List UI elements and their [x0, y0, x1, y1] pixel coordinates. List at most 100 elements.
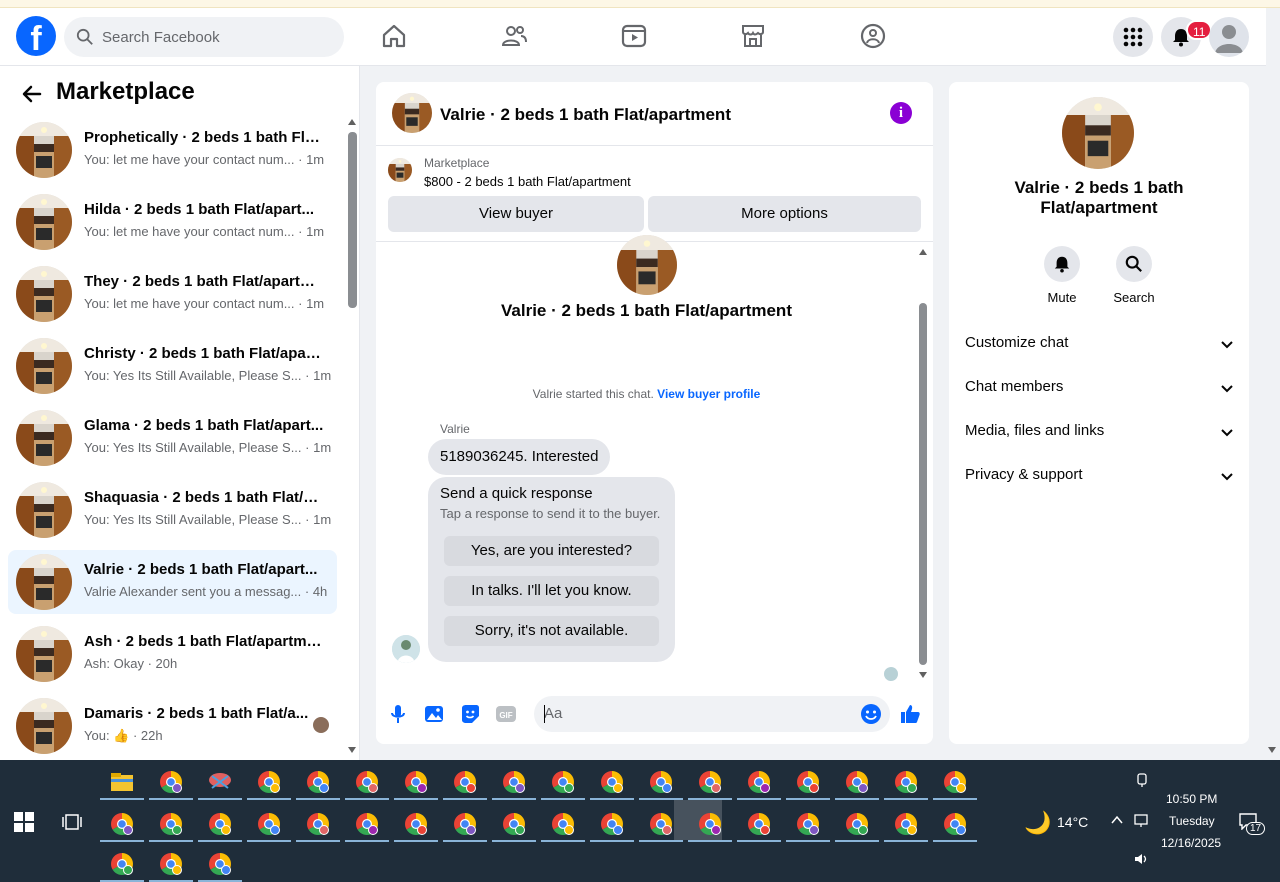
gif-icon[interactable]: GIF: [494, 702, 518, 726]
quick-response-option[interactable]: Yes, are you interested?: [444, 536, 659, 566]
conversation-item[interactable]: Hilda · 2 beds 1 bath Flat/apart... You: …: [8, 190, 337, 254]
search-box[interactable]: Search Facebook: [64, 17, 344, 57]
chrome-icon[interactable]: [649, 812, 673, 836]
facebook-logo[interactable]: f: [16, 16, 56, 56]
conversation-item[interactable]: Shaquasia · 2 beds 1 bath Flat/a... You: …: [8, 478, 337, 542]
chrome-icon[interactable]: [943, 812, 967, 836]
sticker-icon[interactable]: [458, 702, 482, 726]
quick-response-option[interactable]: Sorry, it's not available.: [444, 616, 659, 646]
conversation-item[interactable]: Damaris · 2 beds 1 bath Flat/a... You: 👍 …: [8, 694, 337, 758]
page-scroll-down-arrow[interactable]: [1268, 747, 1276, 753]
conversation-item[interactable]: Glama · 2 beds 1 bath Flat/apart... You: …: [8, 406, 337, 470]
conversation-item[interactable]: Valrie · 2 beds 1 bath Flat/apart... Valr…: [8, 550, 337, 614]
like-thumb-icon[interactable]: [898, 702, 922, 726]
chrome-icon[interactable]: [355, 812, 379, 836]
conversation-item[interactable]: Christy · 2 beds 1 bath Flat/apart... You…: [8, 334, 337, 398]
home-icon[interactable]: [380, 22, 408, 50]
media-files-links-row[interactable]: Media, files and links: [965, 422, 1235, 446]
profile-avatar[interactable]: [1209, 17, 1249, 57]
emoji-icon[interactable]: [859, 702, 883, 726]
buyer-avatar[interactable]: [392, 635, 420, 663]
chrome-icon[interactable]: [698, 770, 722, 794]
chrome-icon[interactable]: [747, 812, 771, 836]
chrome-icon[interactable]: [747, 770, 771, 794]
task-view-icon[interactable]: [62, 812, 82, 832]
quick-response-option[interactable]: In talks. I'll let you know.: [444, 576, 659, 606]
chrome-icon[interactable]: [355, 770, 379, 794]
chrome-icon[interactable]: [796, 812, 820, 836]
chrome-icon[interactable]: [943, 770, 967, 794]
clock-day[interactable]: Tuesday: [1169, 814, 1215, 828]
chat-header-title[interactable]: Valrie · 2 beds 1 bath Flat/apartment: [440, 105, 731, 125]
chat-header-avatar[interactable]: [392, 93, 432, 133]
chrome-icon[interactable]: [502, 812, 526, 836]
chat-scrollbar[interactable]: [919, 303, 927, 665]
chat-members-row[interactable]: Chat members: [965, 378, 1235, 402]
marketplace-icon[interactable]: [739, 22, 767, 50]
details-avatar[interactable]: [1062, 97, 1134, 169]
groups-icon[interactable]: [859, 22, 887, 50]
message-bubble[interactable]: 5189036245. Interested: [428, 439, 611, 475]
photo-icon[interactable]: [422, 702, 446, 726]
view-buyer-profile-link[interactable]: View buyer profile: [657, 387, 760, 401]
chat-scroll-up-arrow[interactable]: [919, 249, 927, 255]
conversation-item[interactable]: Prophetically · 2 beds 1 bath Flat... You…: [8, 118, 337, 182]
message-input[interactable]: Aa: [534, 696, 890, 732]
meet-now-icon[interactable]: [1135, 772, 1149, 788]
back-arrow-icon[interactable]: [20, 82, 44, 106]
network-icon[interactable]: [1133, 813, 1151, 829]
chrome-icon[interactable]: [208, 812, 232, 836]
listing-thumbnail[interactable]: [388, 158, 412, 182]
windows-start-icon[interactable]: [14, 812, 34, 832]
chrome-icon[interactable]: [551, 812, 575, 836]
customize-chat-row[interactable]: Customize chat: [965, 334, 1235, 358]
weather-temp[interactable]: 14°C: [1057, 814, 1088, 830]
microphone-icon[interactable]: [386, 702, 410, 726]
chrome-icon[interactable]: [110, 812, 134, 836]
menu-grid-button[interactable]: [1113, 17, 1153, 57]
chrome-icon[interactable]: [551, 770, 575, 794]
chrome-icon[interactable]: [796, 770, 820, 794]
chrome-icon[interactable]: [894, 770, 918, 794]
mute-button[interactable]: Mute: [1032, 246, 1092, 305]
file-explorer-icon[interactable]: [110, 770, 134, 794]
chrome-icon[interactable]: [257, 812, 281, 836]
more-options-button[interactable]: More options: [648, 196, 921, 232]
chrome-icon[interactable]: [845, 812, 869, 836]
chrome-icon[interactable]: [208, 852, 232, 876]
chrome-icon[interactable]: [110, 852, 134, 876]
scroll-down-arrow[interactable]: [348, 747, 356, 753]
chrome-icon[interactable]: [306, 770, 330, 794]
chrome-icon[interactable]: [845, 770, 869, 794]
listing-price[interactable]: $800 - 2 beds 1 bath Flat/apartment: [424, 174, 631, 189]
chrome-icon[interactable]: [453, 812, 477, 836]
info-icon[interactable]: i: [890, 102, 912, 124]
scroll-up-arrow[interactable]: [348, 119, 356, 125]
chrome-icon[interactable]: [894, 812, 918, 836]
snipping-tool-icon[interactable]: [208, 770, 232, 794]
weather-moon-icon[interactable]: 🌙: [1024, 810, 1051, 836]
chrome-icon[interactable]: [159, 812, 183, 836]
clock-date[interactable]: 12/16/2025: [1161, 836, 1221, 850]
chrome-icon[interactable]: [453, 770, 477, 794]
chrome-icon[interactable]: [257, 770, 281, 794]
chrome-icon[interactable]: [159, 770, 183, 794]
chrome-icon[interactable]: [698, 812, 722, 836]
volume-icon[interactable]: [1133, 852, 1149, 866]
friends-icon[interactable]: [500, 22, 528, 50]
search-in-chat-button[interactable]: Search: [1104, 246, 1164, 305]
chrome-icon[interactable]: [306, 812, 330, 836]
conversation-item[interactable]: They · 2 beds 1 bath Flat/apartm... You: …: [8, 262, 337, 326]
chrome-icon[interactable]: [404, 812, 428, 836]
chrome-icon[interactable]: [404, 770, 428, 794]
clock-time[interactable]: 10:50 PM: [1166, 792, 1217, 806]
view-buyer-button[interactable]: View buyer: [388, 196, 644, 232]
conversation-item[interactable]: Ash · 2 beds 1 bath Flat/apartme... Ash: …: [8, 622, 337, 686]
privacy-support-row[interactable]: Privacy & support: [965, 466, 1235, 490]
sidebar-scrollbar[interactable]: [348, 132, 357, 308]
chrome-icon[interactable]: [600, 812, 624, 836]
chrome-icon[interactable]: [649, 770, 673, 794]
chevron-up-icon[interactable]: [1110, 814, 1124, 826]
video-icon[interactable]: [620, 22, 648, 50]
chrome-icon[interactable]: [502, 770, 526, 794]
